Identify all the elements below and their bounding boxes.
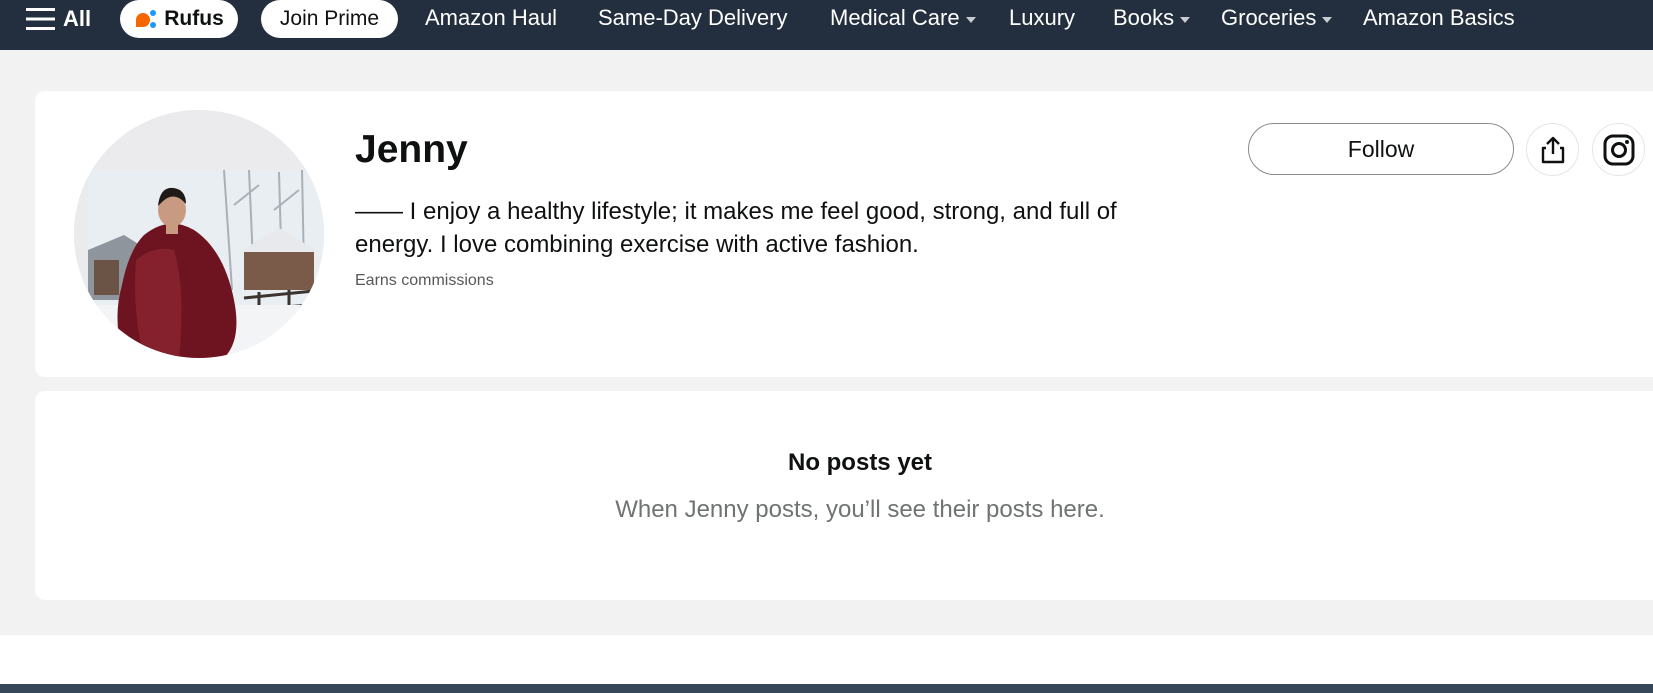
profile-photo: [74, 110, 324, 358]
nav-link-label: Amazon Haul: [425, 5, 558, 30]
all-menu-label: All: [63, 6, 92, 31]
no-posts-title: No posts yet: [787, 449, 933, 476]
avatar[interactable]: [74, 110, 324, 358]
nav-link-amazon-haul[interactable]: Amazon Haul: [425, 5, 557, 31]
follow-button[interactable]: Follow: [1248, 123, 1514, 175]
share-button[interactable]: [1526, 123, 1579, 176]
rufus-label: Rufus: [164, 7, 224, 30]
instagram-button[interactable]: [1592, 123, 1645, 176]
nav-link-groceries[interactable]: Groceries: [1221, 5, 1333, 31]
follow-label: Follow: [1347, 135, 1415, 162]
nav-link-label: Luxury: [1009, 5, 1076, 30]
rufus-button[interactable]: Rufus: [120, 0, 238, 38]
instagram-icon: [1603, 134, 1634, 165]
top-navigation-bar: All Rufus Join Prime Amazon Haul Same-Da…: [0, 0, 1653, 50]
nav-link-amazon-basics[interactable]: Amazon Basics: [1363, 5, 1515, 31]
all-menu-button[interactable]: All: [26, 6, 91, 32]
nav-link-same-day-delivery[interactable]: Same-Day Delivery: [598, 5, 788, 31]
no-posts-subtitle: When Jenny posts, you’ll see their posts…: [615, 496, 1105, 523]
nav-link-books[interactable]: Books: [1113, 5, 1191, 31]
chevron-down-icon: [1180, 16, 1191, 23]
nav-link-label: Medical Care: [830, 5, 960, 30]
nav-link-luxury[interactable]: Luxury: [1009, 5, 1075, 31]
nav-link-medical-care[interactable]: Medical Care: [830, 5, 976, 31]
join-prime-label: Join Prime: [279, 7, 380, 30]
share-icon: [1541, 136, 1564, 163]
nav-link-label: Books: [1113, 5, 1175, 30]
profile-name: Jenny: [355, 128, 468, 171]
nav-link-label: Amazon Basics: [1363, 5, 1515, 30]
nav-link-label: Same-Day Delivery: [598, 5, 788, 30]
earns-commissions-label: Earns commissions: [355, 272, 494, 289]
footer-bar: [0, 684, 1653, 693]
profile-bio: —— I enjoy a healthy lifestyle; it makes…: [355, 198, 1117, 258]
nav-link-label: Groceries: [1221, 5, 1317, 30]
rufus-icon: [136, 10, 157, 28]
chevron-down-icon: [1322, 16, 1333, 23]
join-prime-button[interactable]: Join Prime: [261, 0, 398, 38]
chevron-down-icon: [965, 16, 976, 23]
hamburger-icon: [26, 8, 55, 30]
